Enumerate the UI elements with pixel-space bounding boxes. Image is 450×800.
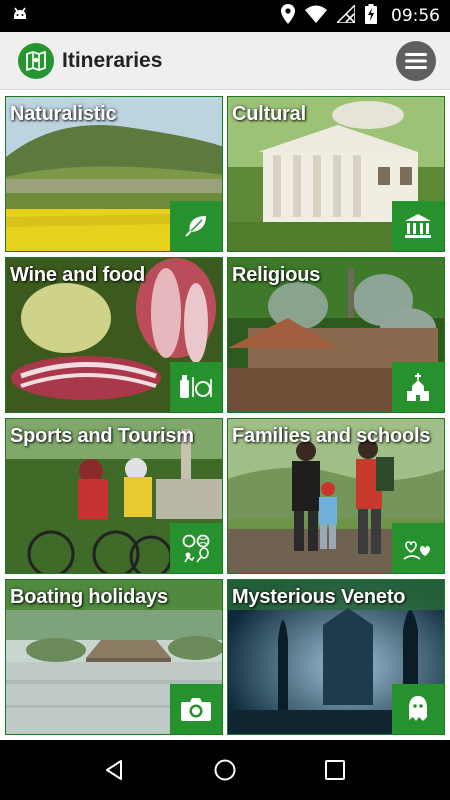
sports-icon (170, 523, 222, 573)
home-button[interactable] (205, 750, 245, 790)
app-bar: Itineraries (0, 32, 450, 90)
hamburger-icon (405, 52, 427, 69)
tile-label: Families and schools (232, 425, 431, 447)
page-title: Itineraries (62, 48, 163, 72)
tile-label: Mysterious Veneto (232, 586, 406, 608)
location-icon (281, 3, 295, 29)
recents-icon (325, 760, 345, 780)
tile-sports-and-tourism[interactable]: Sports and Tourism (5, 418, 223, 574)
tile-boating-holidays[interactable]: Boating holidays (5, 579, 223, 735)
tile-label: Naturalistic (10, 103, 117, 125)
recents-button[interactable] (315, 750, 355, 790)
back-button[interactable] (95, 750, 135, 790)
tile-naturalistic[interactable]: Naturalistic (5, 96, 223, 252)
wine-dining-icon (170, 362, 222, 412)
museum-icon (392, 201, 444, 251)
tile-label: Boating holidays (10, 586, 168, 608)
home-icon (214, 759, 236, 781)
menu-button[interactable] (396, 40, 436, 81)
tile-religious[interactable]: Religious (227, 257, 445, 413)
tile-families-and-schools[interactable]: Families and schools (227, 418, 445, 574)
tile-label: Cultural (232, 103, 306, 125)
map-icon (18, 42, 54, 79)
tile-label: Religious (232, 264, 321, 286)
ghost-icon (392, 684, 444, 734)
tile-cultural[interactable]: Cultural (227, 96, 445, 252)
battery-charging-icon (365, 3, 377, 29)
church-icon (392, 362, 444, 412)
camera-icon (170, 684, 222, 734)
family-icon (392, 523, 444, 573)
leaf-icon (170, 201, 222, 251)
tile-wine-and-food[interactable]: Wine and food (5, 257, 223, 413)
tile-label: Sports and Tourism (10, 425, 194, 447)
navigation-bar (0, 740, 450, 800)
back-icon (106, 760, 122, 780)
tile-label: Wine and food (10, 264, 145, 286)
tile-mysterious-veneto[interactable]: Mysterious Veneto (227, 579, 445, 735)
no-signal-icon (335, 2, 356, 28)
android-debug-icon (10, 4, 30, 29)
itinerary-grid: Naturalistic Cultural Wine and food Reli… (0, 90, 450, 740)
status-time: 09:56 (391, 6, 440, 26)
status-bar: 09:56 (0, 0, 450, 32)
wifi-icon (305, 5, 327, 28)
